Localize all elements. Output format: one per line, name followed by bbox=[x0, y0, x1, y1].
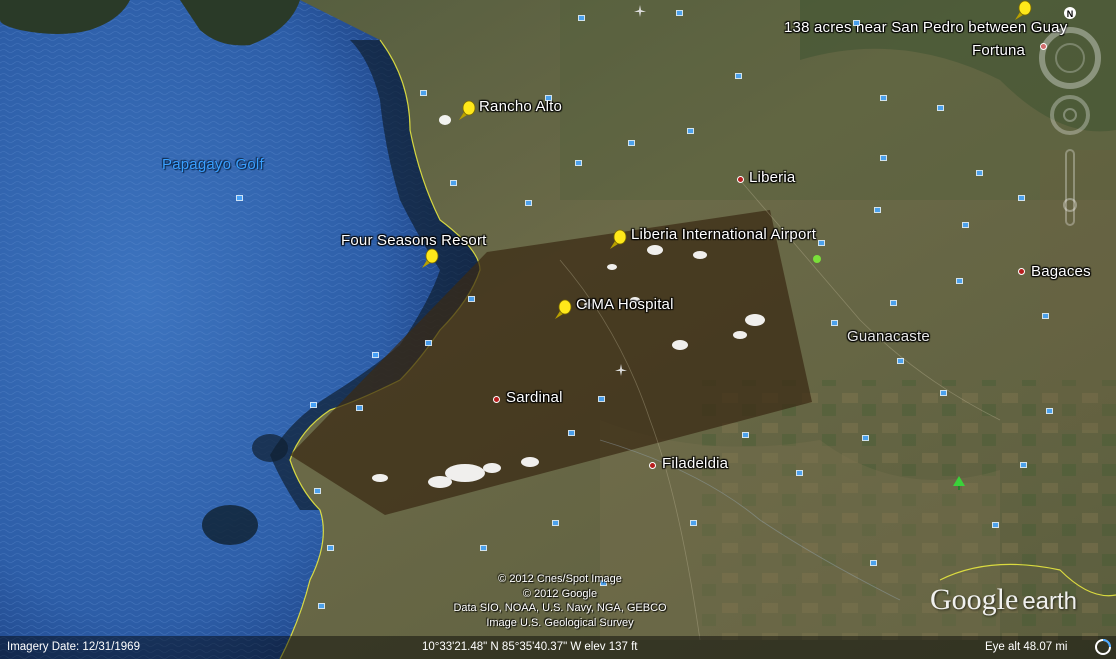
photo-icon[interactable] bbox=[880, 95, 887, 101]
photo-icon[interactable] bbox=[568, 430, 575, 436]
photo-icon[interactable] bbox=[690, 520, 697, 526]
photo-icon[interactable] bbox=[897, 358, 904, 364]
place-label-cima-hospital[interactable]: CIMA Hospital bbox=[576, 296, 674, 313]
photo-icon[interactable] bbox=[890, 300, 897, 306]
credit-line: © 2012 Google bbox=[522, 587, 598, 600]
region-label: Guanacaste bbox=[847, 328, 930, 345]
photo-icon[interactable] bbox=[425, 340, 432, 346]
logo-google: Google bbox=[930, 583, 1019, 616]
photo-icon[interactable] bbox=[575, 160, 582, 166]
place-label-sardinal[interactable]: Sardinal bbox=[506, 389, 563, 406]
map-view[interactable]: Papagayo Golf Guanacaste Rancho Alto Fou… bbox=[0, 0, 1116, 659]
photo-icon[interactable] bbox=[552, 520, 559, 526]
credit-line: Data SIO, NOAA, U.S. Navy, NGA, GEBCO bbox=[453, 602, 667, 614]
photo-icon[interactable] bbox=[862, 435, 869, 441]
zoom-slider[interactable] bbox=[1063, 149, 1077, 226]
photo-icon[interactable] bbox=[831, 320, 838, 326]
photo-icon[interactable] bbox=[956, 278, 963, 284]
photo-icon[interactable] bbox=[236, 195, 243, 201]
photo-icon[interactable] bbox=[1018, 195, 1025, 201]
logo-earth: earth bbox=[1022, 588, 1078, 615]
photo-icon[interactable] bbox=[1042, 313, 1049, 319]
photo-icon[interactable] bbox=[937, 105, 944, 111]
credit-line: Image U.S. Geological Survey bbox=[486, 616, 634, 629]
photo-icon[interactable] bbox=[480, 545, 487, 551]
photo-icon[interactable] bbox=[976, 170, 983, 176]
photo-icon[interactable] bbox=[735, 73, 742, 79]
place-label-bagaces[interactable]: Bagaces bbox=[1031, 263, 1091, 280]
photo-icon[interactable] bbox=[874, 207, 881, 213]
imagery-credits: © 2012 Cnes/Spot Image © 2012 Google Dat… bbox=[420, 572, 700, 630]
leaf-icon[interactable] bbox=[812, 254, 822, 264]
photo-icon[interactable] bbox=[525, 200, 532, 206]
photo-icon[interactable] bbox=[940, 390, 947, 396]
town-dot-icon[interactable] bbox=[649, 462, 656, 469]
eye-altitude: Eye alt 48.07 mi bbox=[985, 641, 1068, 653]
cursor-coordinates: 10°33'21.48" N 85°35'40.37" W elev 137 f… bbox=[422, 641, 638, 653]
photo-icon[interactable] bbox=[992, 522, 999, 528]
photo-icon[interactable] bbox=[310, 402, 317, 408]
navigation-controls[interactable]: N bbox=[1038, 0, 1116, 230]
compass-ring[interactable]: N bbox=[1039, 7, 1101, 89]
photo-icon[interactable] bbox=[962, 222, 969, 228]
pushpin-icon[interactable] bbox=[456, 100, 476, 122]
google-earth-logo: Google earth bbox=[930, 583, 1077, 617]
photo-icon[interactable] bbox=[853, 20, 860, 26]
photo-icon[interactable] bbox=[1020, 462, 1027, 468]
place-label-four-seasons[interactable]: Four Seasons Resort bbox=[341, 232, 487, 249]
photo-icon[interactable] bbox=[796, 470, 803, 476]
photo-icon[interactable] bbox=[372, 352, 379, 358]
photo-icon[interactable] bbox=[468, 296, 475, 302]
place-label-fortuna[interactable]: Fortuna bbox=[972, 42, 1025, 59]
photo-icon[interactable] bbox=[676, 10, 683, 16]
photo-icon[interactable] bbox=[880, 155, 887, 161]
photo-icon[interactable] bbox=[327, 545, 334, 551]
water-label: Papagayo Golf bbox=[162, 156, 264, 173]
photo-icon[interactable] bbox=[318, 603, 325, 609]
town-dot-icon[interactable] bbox=[737, 176, 744, 183]
streaming-progress-icon bbox=[1095, 639, 1111, 655]
status-bar: Imagery Date: 12/31/1969 10°33'21.48" N … bbox=[0, 636, 1116, 659]
town-dot-icon[interactable] bbox=[1018, 268, 1025, 275]
credit-line: © 2012 Cnes/Spot Image bbox=[498, 573, 622, 585]
pushpin-icon[interactable] bbox=[607, 229, 627, 251]
photo-icon[interactable] bbox=[870, 560, 877, 566]
place-label-liberia-airport[interactable]: Liberia International Airport bbox=[631, 226, 816, 243]
photo-icon[interactable] bbox=[687, 128, 694, 134]
imagery-date: Imagery Date: 12/31/1969 bbox=[7, 641, 140, 653]
place-label-san-pedro[interactable]: 138 acres near San Pedro between Guay bbox=[784, 19, 1067, 36]
photo-icon[interactable] bbox=[314, 488, 321, 494]
photo-icon[interactable] bbox=[356, 405, 363, 411]
airport-icon[interactable] bbox=[615, 364, 627, 376]
pushpin-icon[interactable] bbox=[552, 299, 572, 321]
photo-icon[interactable] bbox=[1046, 408, 1053, 414]
photo-icon[interactable] bbox=[598, 396, 605, 402]
tree-icon[interactable] bbox=[953, 476, 965, 490]
photo-icon[interactable] bbox=[742, 432, 749, 438]
look-joystick[interactable] bbox=[1050, 95, 1090, 135]
place-label-filadeldia[interactable]: Filadeldia bbox=[662, 455, 728, 472]
photo-icon[interactable] bbox=[818, 240, 825, 246]
photo-icon[interactable] bbox=[450, 180, 457, 186]
compass-north-label: N bbox=[1067, 9, 1074, 19]
photo-icon[interactable] bbox=[578, 15, 585, 21]
photo-icon[interactable] bbox=[545, 95, 552, 101]
place-label-liberia[interactable]: Liberia bbox=[749, 169, 795, 186]
airport-icon[interactable] bbox=[634, 5, 646, 17]
pushpin-icon[interactable] bbox=[419, 248, 439, 270]
photo-icon[interactable] bbox=[628, 140, 635, 146]
photo-icon[interactable] bbox=[420, 90, 427, 96]
town-dot-icon[interactable] bbox=[493, 396, 500, 403]
